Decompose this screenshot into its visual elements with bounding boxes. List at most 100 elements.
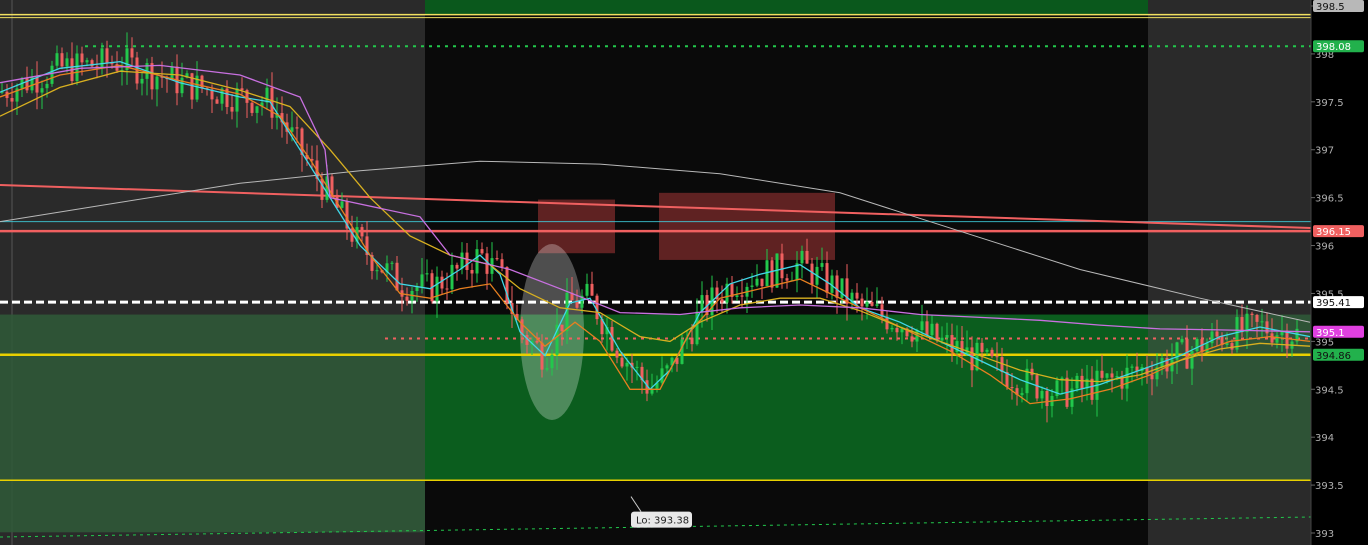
candle-body: [320, 178, 324, 200]
candle-body: [930, 323, 934, 336]
candle-body: [1260, 321, 1264, 323]
candle-body: [855, 292, 859, 299]
candle-body: [85, 60, 89, 63]
candle-body: [75, 53, 79, 82]
candle-body: [1080, 375, 1084, 389]
candle-body: [545, 368, 549, 370]
candle-body: [415, 286, 419, 291]
price-tag-label: 398.5: [1316, 2, 1345, 13]
candle-body: [45, 83, 49, 89]
price-axis-background: [1311, 0, 1368, 545]
candle-body: [250, 102, 254, 113]
price-tag-label: 396.15: [1316, 227, 1351, 238]
low-annotation-label: Lo: 393.38: [636, 516, 689, 527]
candle-body: [500, 259, 504, 268]
candle-body: [255, 106, 259, 113]
candle-body: [1105, 373, 1109, 378]
candle-body: [35, 77, 39, 93]
candle-body: [550, 354, 554, 369]
chart-root: 398.5398397.5397396.5396395.5395394.5394…: [0, 0, 1368, 545]
candle-body: [990, 349, 994, 357]
candle-body: [1150, 374, 1154, 380]
candle-body: [230, 107, 234, 112]
candle-body: [1045, 391, 1049, 407]
candle-body: [890, 327, 894, 330]
candle-body: [1250, 313, 1254, 315]
candle-body: [340, 201, 344, 208]
candle-body: [810, 263, 814, 285]
candle-body: [1195, 339, 1199, 351]
candle-body: [825, 263, 829, 293]
candle-body: [55, 53, 59, 66]
candle-body: [805, 250, 809, 264]
candle-body: [65, 58, 69, 67]
candle-body: [470, 269, 474, 274]
candle-body: [425, 273, 429, 275]
candle-body: [480, 249, 484, 254]
price-tag-label: 395.41: [1316, 298, 1351, 309]
candle-body: [920, 321, 924, 330]
candle-body: [170, 66, 174, 80]
candle-body: [1040, 391, 1044, 399]
candle-body: [40, 88, 44, 93]
candle-body: [360, 227, 364, 237]
candle-body: [440, 276, 444, 289]
candle-body: [435, 276, 439, 302]
candle-body: [615, 350, 619, 358]
candle-body: [820, 263, 824, 267]
upper-green-zone: [425, 0, 1148, 15]
candle-body: [935, 323, 939, 341]
candle-body: [985, 349, 989, 352]
candle-body: [295, 127, 299, 129]
candle-body: [25, 78, 29, 91]
candle-body: [690, 337, 694, 345]
left-green-zone: [0, 314, 425, 533]
candle-body: [235, 88, 239, 112]
price-tag-label: 398.08: [1316, 42, 1351, 53]
candle-body: [760, 278, 764, 287]
candle-body: [405, 296, 409, 301]
y-tick-label: 397.5: [1315, 98, 1344, 109]
candle-body: [780, 253, 784, 279]
y-tick-label: 393.5: [1315, 481, 1344, 492]
candle-body: [50, 65, 54, 84]
candle-body: [980, 342, 984, 352]
candle-body: [720, 299, 724, 303]
candle-body: [1125, 367, 1129, 389]
candle-body: [1030, 368, 1034, 376]
candle-body: [445, 288, 449, 290]
candle-body: [800, 250, 804, 264]
candle-body: [925, 321, 929, 336]
candle-body: [535, 340, 539, 343]
candle-body: [970, 347, 974, 371]
y-tick-label: 397: [1315, 146, 1334, 157]
candle-body: [1205, 343, 1209, 353]
candle-body: [265, 87, 269, 103]
candle-body: [870, 301, 874, 306]
candle-body: [465, 252, 469, 270]
candle-body: [865, 301, 869, 307]
y-tick-label: 394.5: [1315, 385, 1344, 396]
candle-body: [940, 337, 944, 341]
candle-body: [1215, 331, 1219, 337]
candle-body: [1130, 366, 1134, 368]
y-tick-label: 396: [1315, 242, 1334, 253]
candle-body: [755, 278, 759, 286]
price-chart[interactable]: 398.5398397.5397396.5396395.5395394.5394…: [0, 0, 1368, 545]
candle-body: [1115, 376, 1119, 378]
candle-body: [585, 283, 589, 296]
candle-body: [845, 278, 849, 304]
candle-body: [660, 368, 664, 383]
candle-body: [130, 48, 134, 58]
candle-body: [420, 274, 424, 287]
red-supply-zone-2: [659, 192, 835, 260]
candle-body: [155, 76, 159, 90]
candle-body: [1230, 343, 1234, 350]
candle-body: [665, 365, 669, 369]
y-tick-label: 394: [1315, 433, 1334, 444]
candle-body: [885, 316, 889, 330]
candle-body: [620, 357, 624, 367]
candle-body: [450, 264, 454, 290]
candle-body: [895, 327, 899, 333]
candle-body: [1010, 387, 1014, 389]
